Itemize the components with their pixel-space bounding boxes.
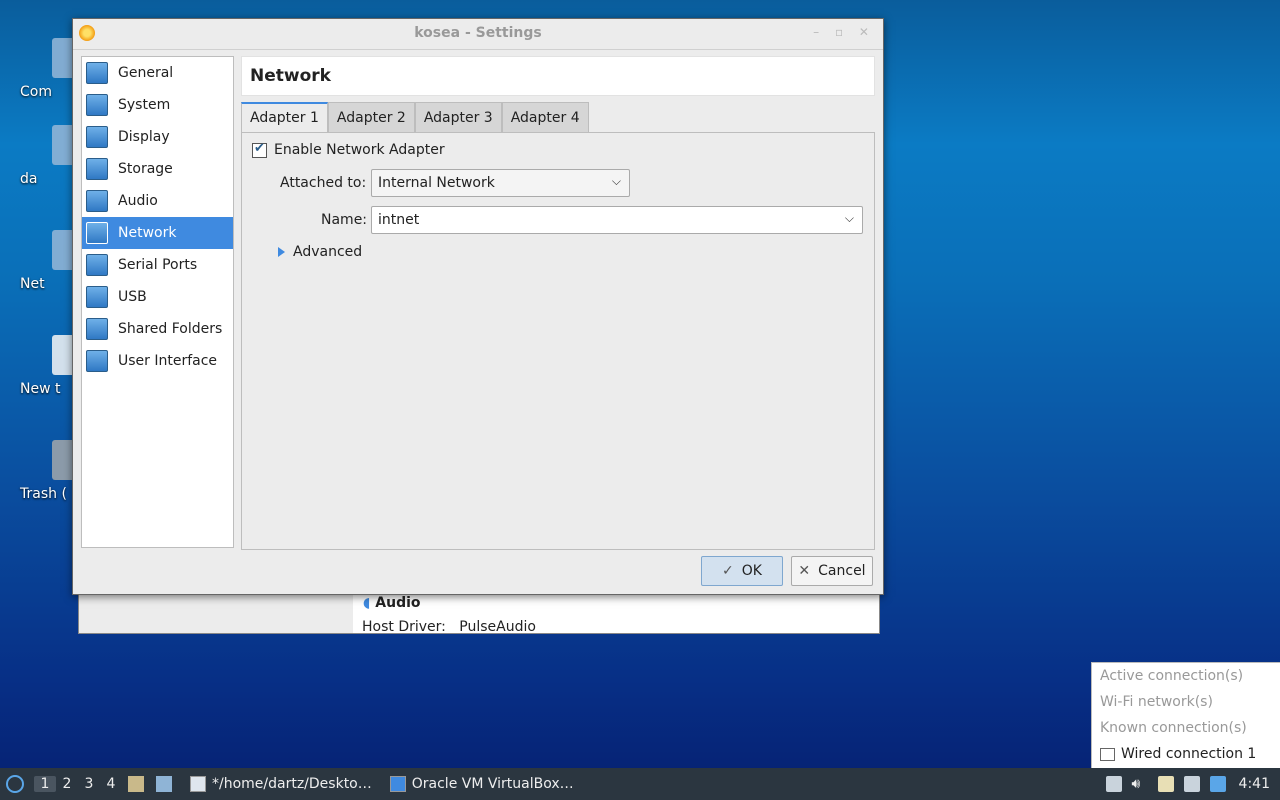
clock[interactable]: 4:41 bbox=[1239, 776, 1270, 792]
volume-icon[interactable]: 🔊︎ bbox=[1132, 776, 1148, 792]
task-virtualbox[interactable]: Oracle VM VirtualBox… bbox=[384, 770, 580, 798]
chip-icon bbox=[86, 94, 108, 116]
window-controls[interactable]: – ▫ ✕ bbox=[813, 25, 875, 39]
enable-adapter-row[interactable]: Enable Network Adapter bbox=[252, 141, 445, 158]
name-label: Name: bbox=[321, 212, 368, 228]
window-icon bbox=[86, 350, 108, 372]
virtualbox-icon bbox=[389, 776, 406, 792]
text-editor-icon bbox=[190, 776, 206, 792]
vm-list-pane bbox=[79, 593, 353, 633]
folder-icon bbox=[86, 318, 108, 340]
task-label: Oracle VM VirtualBox… bbox=[411, 776, 574, 792]
details-audio-heading: ◖ Audio bbox=[363, 595, 421, 611]
nav-item-label: USB bbox=[118, 289, 147, 305]
notification-icon[interactable] bbox=[1209, 776, 1226, 792]
network-tray-icon[interactable] bbox=[1183, 776, 1200, 792]
update-icon[interactable] bbox=[1105, 776, 1122, 792]
network-icon bbox=[86, 222, 108, 244]
expand-arrow-icon bbox=[278, 247, 285, 257]
speaker-icon bbox=[86, 190, 108, 212]
file-manager-icon[interactable] bbox=[128, 776, 144, 792]
host-driver-row: Host Driver: PulseAudio bbox=[362, 619, 536, 635]
speaker-icon: ◖ bbox=[363, 595, 371, 611]
nav-item-label: Audio bbox=[118, 193, 158, 209]
taskbar: 1 2 3 4 */home/dartz/Deskto… Oracle VM V… bbox=[0, 768, 1280, 800]
settings-dialog: kosea - Settings – ▫ ✕ General System Di… bbox=[72, 18, 884, 595]
host-driver-value: PulseAudio bbox=[459, 619, 536, 635]
nav-item-label: Serial Ports bbox=[118, 257, 198, 273]
cancel-label: Cancel bbox=[818, 563, 866, 579]
ok-label: OK bbox=[741, 563, 762, 579]
close-icon: ✕ bbox=[798, 563, 811, 579]
checkmark-icon: ✓ bbox=[722, 563, 734, 579]
nav-item-shared-folders[interactable]: Shared Folders bbox=[82, 313, 233, 345]
workspace-2[interactable]: 2 bbox=[56, 776, 78, 792]
task-label: */home/dartz/Deskto… bbox=[212, 776, 372, 792]
clipboard-icon[interactable] bbox=[1157, 776, 1174, 792]
tab-adapter-4[interactable]: Adapter 4 bbox=[501, 102, 589, 132]
network-menu: Active connection(s) Wi-Fi network(s) Kn… bbox=[1091, 662, 1280, 770]
enable-adapter-label: Enable Network Adapter bbox=[274, 142, 445, 158]
page-title: Network bbox=[241, 56, 875, 96]
nav-item-serial-ports[interactable]: Serial Ports bbox=[82, 249, 233, 281]
tab-adapter-2[interactable]: Adapter 2 bbox=[327, 102, 415, 132]
nav-item-general[interactable]: General bbox=[82, 57, 233, 89]
menu-item-wired-connection[interactable]: Wired connection 1 bbox=[1092, 741, 1280, 767]
workspace-4[interactable]: 4 bbox=[100, 776, 122, 792]
disk-icon bbox=[86, 158, 108, 180]
tab-adapter-3[interactable]: Adapter 3 bbox=[414, 102, 502, 132]
display-icon bbox=[86, 126, 108, 148]
nav-item-audio[interactable]: Audio bbox=[82, 185, 233, 217]
dialog-title: kosea - Settings bbox=[414, 25, 542, 41]
nav-item-label: User Interface bbox=[118, 353, 218, 369]
nav-item-usb[interactable]: USB bbox=[82, 281, 233, 313]
nav-item-label: General bbox=[118, 65, 174, 81]
settings-content: Network Adapter 1 Adapter 2 Adapter 3 Ad… bbox=[241, 56, 875, 550]
attached-to-label: Attached to: bbox=[280, 175, 367, 191]
show-desktop-icon[interactable] bbox=[156, 776, 172, 792]
adapter-panel: Enable Network Adapter Attached to: Inte… bbox=[241, 132, 875, 550]
nav-item-network[interactable]: Network bbox=[82, 217, 233, 249]
menu-item-known-connections: Known connection(s) bbox=[1100, 720, 1247, 736]
workspace-1[interactable]: 1 bbox=[34, 776, 56, 792]
ok-button[interactable]: ✓ OK bbox=[701, 556, 783, 586]
settings-nav: General System Display Storage Audio Net… bbox=[81, 56, 234, 548]
network-name-combo[interactable]: intnet ⌵ bbox=[371, 206, 863, 234]
cancel-button[interactable]: ✕ Cancel bbox=[791, 556, 873, 586]
start-menu-icon[interactable] bbox=[6, 775, 24, 793]
audio-heading-text: Audio bbox=[375, 595, 421, 611]
adapter-tabs: Adapter 1 Adapter 2 Adapter 3 Adapter 4 bbox=[241, 102, 875, 132]
nav-item-label: Storage bbox=[118, 161, 173, 177]
attached-to-select[interactable]: Internal Network ⌵ bbox=[371, 169, 630, 197]
tab-adapter-1[interactable]: Adapter 1 bbox=[241, 102, 328, 132]
nav-item-storage[interactable]: Storage bbox=[82, 153, 233, 185]
advanced-toggle[interactable]: Advanced bbox=[278, 244, 362, 260]
chevron-down-icon: ⌵ bbox=[611, 174, 621, 188]
usb-icon bbox=[86, 286, 108, 308]
enable-adapter-checkbox[interactable] bbox=[252, 141, 267, 158]
serial-port-icon bbox=[86, 254, 108, 276]
host-driver-label: Host Driver: bbox=[362, 619, 446, 635]
system-tray: 🔊︎ 4:41 bbox=[1101, 768, 1280, 800]
menu-item-wifi-networks: Wi-Fi network(s) bbox=[1100, 694, 1213, 710]
wired-connection-label: Wired connection 1 bbox=[1121, 746, 1257, 762]
task-text-editor[interactable]: */home/dartz/Deskto… bbox=[184, 770, 378, 798]
nav-item-user-interface[interactable]: User Interface bbox=[82, 345, 233, 377]
attached-to-value: Internal Network bbox=[378, 175, 495, 191]
wired-connection-icon bbox=[1100, 747, 1115, 761]
menu-item-active-connections: Active connection(s) bbox=[1100, 668, 1244, 684]
workspace-3[interactable]: 3 bbox=[78, 776, 100, 792]
nav-item-label: System bbox=[118, 97, 171, 113]
nav-item-system[interactable]: System bbox=[82, 89, 233, 121]
nav-item-label: Network bbox=[118, 225, 177, 241]
nav-item-label: Shared Folders bbox=[118, 321, 223, 337]
network-name-value: intnet bbox=[378, 212, 420, 228]
virtualbox-manager-window: ◖ Audio Host Driver: PulseAudio bbox=[78, 592, 880, 635]
dialog-titlebar[interactable]: kosea - Settings – ▫ ✕ bbox=[73, 19, 883, 50]
nav-item-display[interactable]: Display bbox=[82, 121, 233, 153]
advanced-label: Advanced bbox=[293, 244, 363, 260]
nav-item-label: Display bbox=[118, 129, 170, 145]
chevron-down-icon: ⌵ bbox=[844, 211, 854, 225]
monitor-icon bbox=[86, 62, 108, 84]
